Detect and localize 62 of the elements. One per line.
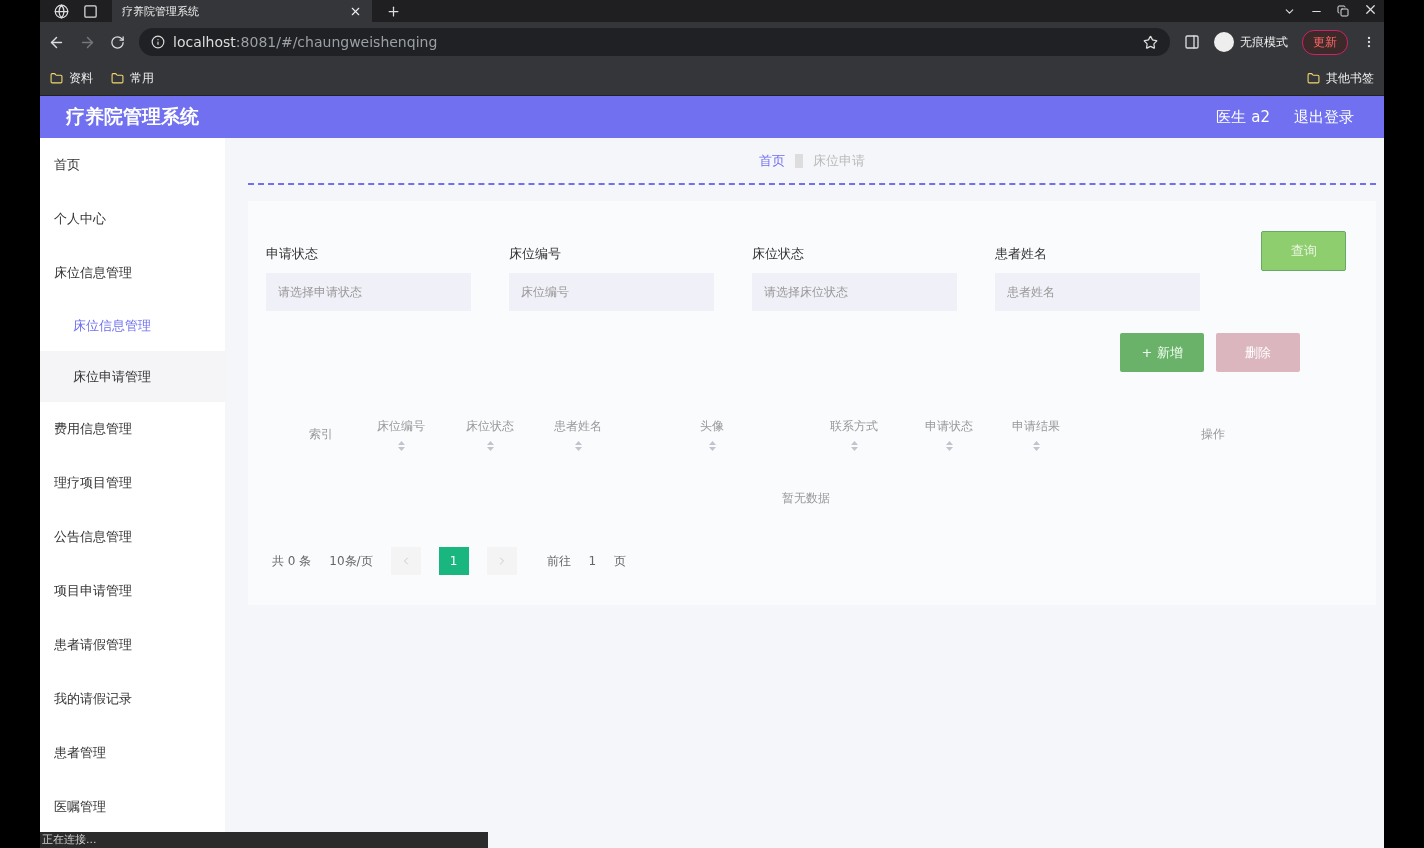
filter-label: 患者姓名 bbox=[995, 245, 1048, 263]
logout-link[interactable]: 退出登录 bbox=[1294, 107, 1354, 127]
menu-item[interactable]: 费用信息管理 bbox=[40, 402, 225, 456]
goto-input[interactable]: 1 bbox=[588, 554, 597, 568]
filter-label: 床位状态 bbox=[752, 245, 805, 263]
column-header: 操作 bbox=[1201, 425, 1225, 443]
column-header: 申请结果 bbox=[1012, 417, 1060, 435]
column-header: 索引 bbox=[309, 425, 333, 443]
status-bar: 正在连接... bbox=[40, 832, 488, 848]
bookmark-link[interactable]: 资料 bbox=[69, 70, 93, 87]
folder-icon[interactable] bbox=[111, 72, 124, 85]
column-header: 申请状态 bbox=[925, 417, 973, 435]
menu-item[interactable]: 首页 bbox=[40, 138, 225, 192]
column-header: 患者姓名 bbox=[554, 417, 602, 435]
folder-icon[interactable] bbox=[1307, 72, 1320, 85]
browser-tab[interactable]: 疗养院管理系统 bbox=[112, 0, 372, 22]
window-icon[interactable] bbox=[83, 3, 98, 19]
menu-item[interactable]: 项目申请管理 bbox=[40, 564, 225, 618]
empty-text: 暂无数据 bbox=[781, 490, 831, 507]
folder-icon[interactable] bbox=[50, 72, 63, 85]
bookmark-link[interactable]: 其他书签 bbox=[1326, 70, 1374, 87]
column-header: 床位编号 bbox=[377, 417, 425, 435]
info-icon[interactable] bbox=[151, 35, 165, 49]
breadcrumb-separator bbox=[795, 153, 803, 168]
menu-item[interactable]: 患者管理 bbox=[40, 726, 225, 780]
menu-item[interactable]: 患者请假管理 bbox=[40, 618, 225, 672]
filter-input[interactable]: 请选择床位状态 bbox=[752, 273, 957, 311]
filter-input[interactable]: 请选择申请状态 bbox=[266, 273, 471, 311]
column-header: 床位状态 bbox=[466, 417, 514, 435]
filter-input[interactable]: 患者姓名 bbox=[995, 273, 1200, 311]
star-icon[interactable] bbox=[1143, 34, 1158, 50]
reload-icon[interactable] bbox=[110, 34, 125, 50]
breadcrumb-link[interactable]: 首页 bbox=[759, 151, 785, 170]
url-text: localhost:8081/#/chaungweishenqing bbox=[173, 34, 438, 50]
bookmark-link[interactable]: 常用 bbox=[130, 70, 154, 87]
menu-item[interactable]: 理疗项目管理 bbox=[40, 456, 225, 510]
filter-label: 床位编号 bbox=[509, 245, 562, 263]
update-button[interactable]: 更新 bbox=[1302, 29, 1348, 55]
total-count: 共 0 条 bbox=[272, 552, 312, 570]
menu-item[interactable]: 医嘱管理 bbox=[40, 780, 225, 834]
app-title: 疗养院管理系统 bbox=[66, 104, 200, 129]
goto-label: 前往 bbox=[546, 552, 571, 570]
column-header: 头像 bbox=[700, 417, 724, 435]
menu-item[interactable]: 床位信息管理 bbox=[40, 246, 225, 300]
filter-label: 申请状态 bbox=[266, 245, 319, 263]
side-panel-icon[interactable] bbox=[1184, 34, 1200, 50]
submenu-item[interactable]: 床位申请管理 bbox=[40, 351, 225, 402]
menu-item[interactable]: 公告信息管理 bbox=[40, 510, 225, 564]
address-bar[interactable]: localhost:8081/#/chaungweishenqing bbox=[139, 28, 1170, 56]
goto-suffix: 页 bbox=[614, 552, 627, 570]
new-tab-icon[interactable] bbox=[386, 3, 401, 19]
menu-item[interactable]: 我的请假记录 bbox=[40, 672, 225, 726]
close-icon[interactable] bbox=[1363, 2, 1378, 17]
incognito-icon bbox=[1214, 32, 1234, 52]
menu-item[interactable]: 个人中心 bbox=[40, 192, 225, 246]
column-header: 联系方式 bbox=[830, 417, 878, 435]
filter-input[interactable]: 床位编号 bbox=[509, 273, 714, 311]
restore-icon[interactable] bbox=[1337, 5, 1349, 17]
page-size-select[interactable]: 10条/页 bbox=[329, 552, 373, 570]
globe-icon[interactable] bbox=[54, 3, 69, 19]
user-name: 医生 a2 bbox=[1216, 107, 1270, 127]
incognito-label: 无痕模式 bbox=[1240, 33, 1288, 51]
